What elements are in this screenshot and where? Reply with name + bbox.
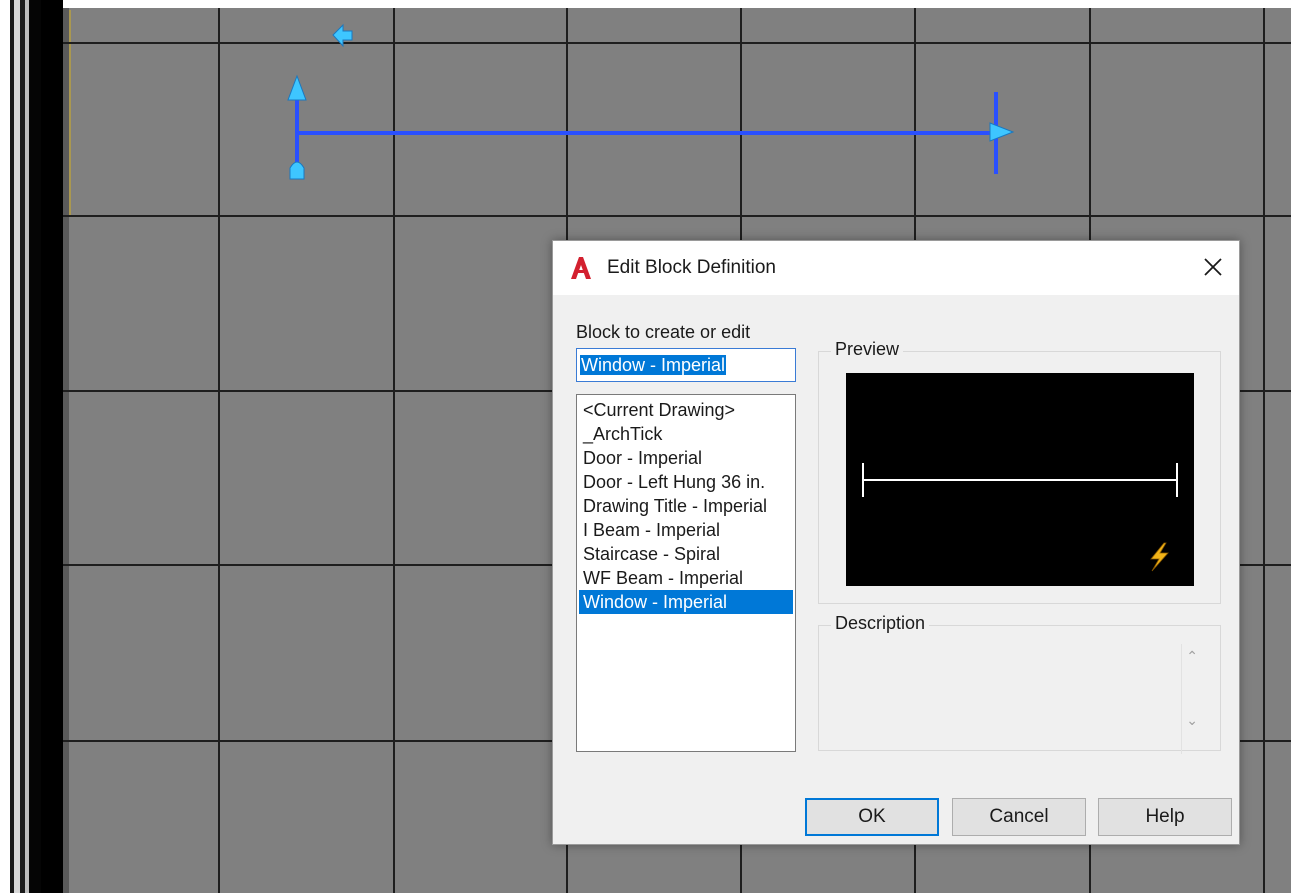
list-item[interactable]: Door - Imperial xyxy=(579,446,793,470)
close-icon xyxy=(1204,258,1222,276)
canvas-top-strip xyxy=(63,0,1291,8)
list-item[interactable]: _ArchTick xyxy=(579,422,793,446)
scroll-up-icon[interactable]: ⌃ xyxy=(1186,648,1198,665)
cancel-button[interactable]: Cancel xyxy=(952,798,1086,836)
ok-button[interactable]: OK xyxy=(805,798,939,836)
preview-group: Preview xyxy=(818,339,1221,604)
frame-line xyxy=(10,0,14,893)
list-item[interactable]: <Current Drawing> xyxy=(579,398,793,422)
frame-line xyxy=(41,0,63,893)
scroll-down-icon[interactable]: ⌄ xyxy=(1186,712,1198,729)
block-preview-graphic xyxy=(862,463,1178,572)
block-name-input[interactable]: Window - Imperial xyxy=(576,348,796,382)
description-label: Description xyxy=(831,613,930,634)
list-item[interactable]: Door - Left Hung 36 in. xyxy=(579,470,793,494)
description-scrollbar[interactable] xyxy=(1181,644,1182,754)
list-item-selected[interactable]: Window - Imperial xyxy=(579,590,793,614)
insertion-grip[interactable] xyxy=(289,161,305,180)
block-list[interactable]: <Current Drawing> _ArchTick Door - Imper… xyxy=(576,394,796,752)
frame-line xyxy=(29,0,41,893)
close-button[interactable] xyxy=(1191,247,1235,287)
block-name-input-value[interactable]: Window - Imperial xyxy=(580,355,727,375)
edit-block-definition-dialog: Edit Block Definition Block to create or… xyxy=(552,240,1240,845)
list-item[interactable]: WF Beam - Imperial xyxy=(579,566,793,590)
autocad-logo-icon xyxy=(571,257,591,279)
list-item[interactable]: Staircase - Spiral xyxy=(579,542,793,566)
frame-line xyxy=(63,0,69,893)
preview-label: Preview xyxy=(831,339,904,360)
block-name-label: Block to create or edit xyxy=(576,322,751,342)
frame-line xyxy=(25,0,29,893)
canvas-left-margin xyxy=(0,0,10,893)
list-item[interactable]: I Beam - Imperial xyxy=(579,518,793,542)
frame-line xyxy=(20,0,25,893)
frame-line xyxy=(14,0,20,893)
list-item[interactable]: Drawing Title - Imperial xyxy=(579,494,793,518)
description-text[interactable] xyxy=(829,640,1169,740)
dialog-titlebar[interactable]: Edit Block Definition xyxy=(553,241,1239,295)
dialog-title: Edit Block Definition xyxy=(607,257,776,278)
help-button[interactable]: Help xyxy=(1098,798,1232,836)
description-group: Description ⌃ ⌄ xyxy=(818,613,1221,754)
lightning-bolt-icon xyxy=(1150,542,1169,572)
preview-panel xyxy=(846,373,1194,586)
